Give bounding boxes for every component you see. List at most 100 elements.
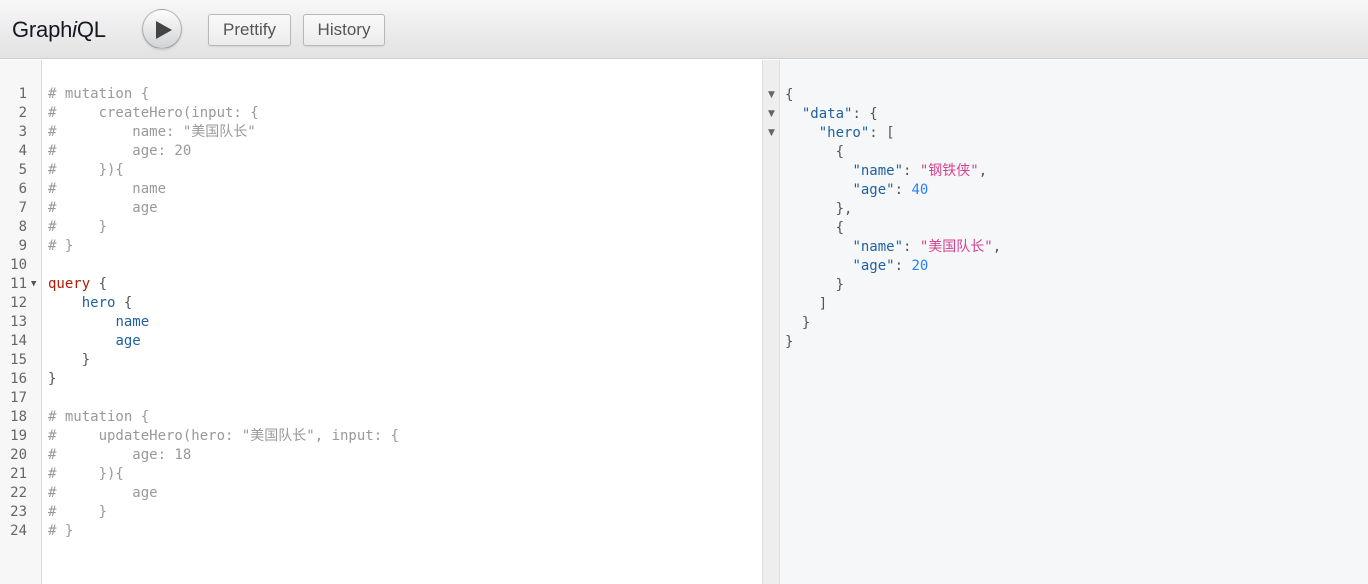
result-line: "data": {: [801, 106, 878, 122]
close-brace: }: [48, 371, 57, 387]
line-number: 1: [18, 86, 27, 102]
line-number: 19: [10, 428, 27, 444]
result-json: { "data": { "hero": [ { "name": "钢铁侠", "…: [785, 86, 1001, 352]
code-line: 4 # age: 20: [0, 142, 763, 161]
line-number: 15: [10, 352, 27, 368]
fold-arrow-icon[interactable]: ▼: [768, 90, 775, 100]
name-value: "钢铁侠": [919, 163, 979, 179]
query-subfield-name: name: [115, 314, 150, 330]
code-line: 17: [0, 389, 763, 408]
code-line: 18 # mutation {: [0, 408, 763, 427]
open-brace: {: [123, 295, 133, 311]
open-bracket: [: [886, 125, 895, 141]
open-brace: {: [869, 106, 878, 122]
result-line: ]: [785, 295, 1001, 314]
code-line: 12 hero {: [0, 294, 763, 313]
result-line: "age": 40: [852, 182, 929, 198]
line-number: 4: [18, 143, 27, 159]
code-line: 24 # }: [0, 522, 763, 541]
result-line: },: [835, 201, 853, 217]
pane-divider[interactable]: [763, 60, 780, 584]
hero-key: "hero": [818, 125, 870, 141]
result-line: "name": "美国队长",: [852, 239, 1002, 255]
code-line: 9 # }: [0, 237, 763, 256]
query-editor[interactable]: 1 # mutation { 2 # createHero(input: { 3 # …: [0, 60, 763, 584]
fold-arrow-icon[interactable]: ▼: [31, 275, 36, 294]
execute-button[interactable]: [142, 9, 182, 49]
result-line: {: [785, 219, 1001, 238]
line-number: 2: [18, 105, 27, 121]
line-number: 23: [10, 504, 27, 520]
line-number: 6: [18, 181, 27, 197]
close-bracket: ]: [818, 296, 828, 312]
code-line: 1 # mutation {: [0, 85, 763, 104]
title-prefix: Graph: [12, 17, 73, 42]
open-brace: {: [98, 276, 108, 292]
code-text: # name: [48, 181, 167, 197]
line-number: 7: [18, 200, 27, 216]
result-line: {: [785, 86, 1001, 105]
result-line: }: [785, 276, 1001, 295]
code-line: 21 # }){: [0, 465, 763, 484]
line-number: 11: [10, 276, 27, 292]
code-line: 20 # age: 18: [0, 446, 763, 465]
toolbar: GraphiQL Prettify History: [0, 0, 1368, 59]
result-line: }: [785, 314, 1001, 333]
line-number: 24: [10, 523, 27, 539]
code-text: # mutation {: [48, 409, 150, 425]
result-line: "hero": [: [818, 125, 895, 141]
code-line: 19 # updateHero(hero: "美国队长", input: {: [0, 427, 763, 446]
code-line: 15 }: [0, 351, 763, 370]
history-button[interactable]: History: [303, 14, 385, 46]
code-text: # mutation {: [48, 86, 150, 102]
age-key: "age": [852, 258, 895, 274]
code-line: 14 age: [0, 332, 763, 351]
code-line: 11 ▼ query {: [0, 275, 763, 294]
code-text: # age: [48, 485, 158, 501]
code-text: # age: 18: [48, 447, 192, 463]
line-number: 12: [10, 295, 27, 311]
result-line: "name": "钢铁侠",: [852, 163, 988, 179]
code-line: 7 # age: [0, 199, 763, 218]
code-text: # }){: [48, 466, 124, 482]
code-text: # name: "美国队长": [48, 124, 256, 140]
query-subfield-age: age: [115, 333, 141, 349]
code-line: 2 # createHero(input: {: [0, 104, 763, 123]
close-brace: }: [801, 315, 811, 331]
fold-arrow-icon[interactable]: ▼: [768, 128, 775, 138]
line-number: 20: [10, 447, 27, 463]
line-number: 13: [10, 314, 27, 330]
prettify-button[interactable]: Prettify: [208, 14, 291, 46]
result-line: }: [785, 333, 1001, 352]
code-text: # updateHero(hero: "美国队长", input: {: [48, 428, 400, 444]
code-line: 16}: [0, 370, 763, 389]
query-keyword: query: [48, 276, 91, 292]
line-number: 10: [10, 257, 27, 273]
close-brace: }: [835, 201, 845, 217]
close-brace: }: [81, 352, 91, 368]
line-number: 8: [18, 219, 27, 235]
code-line: 8 # }: [0, 218, 763, 237]
code-line: 3 # name: "美国队长": [0, 123, 763, 142]
open-brace: {: [835, 144, 845, 160]
code-line: 10: [0, 256, 763, 275]
result-line: {: [785, 143, 1001, 162]
name-key: "name": [852, 163, 904, 179]
code-text: # }: [48, 219, 108, 235]
query-field-hero: hero: [81, 295, 116, 311]
code-text: # }: [48, 523, 74, 539]
code-line: 22 # age: [0, 484, 763, 503]
line-number: 22: [10, 485, 27, 501]
code-text: # }: [48, 238, 74, 254]
fold-arrow-icon[interactable]: ▼: [768, 109, 775, 119]
code-text: # }){: [48, 162, 124, 178]
close-brace: }: [785, 334, 794, 350]
code-text: # createHero(input: {: [48, 105, 259, 121]
line-number: 5: [18, 162, 27, 178]
line-number: 16: [10, 371, 27, 387]
close-brace: }: [835, 277, 845, 293]
age-value: 20: [911, 258, 929, 274]
open-brace: {: [835, 220, 845, 236]
line-number: 21: [10, 466, 27, 482]
code-text: # }: [48, 504, 108, 520]
